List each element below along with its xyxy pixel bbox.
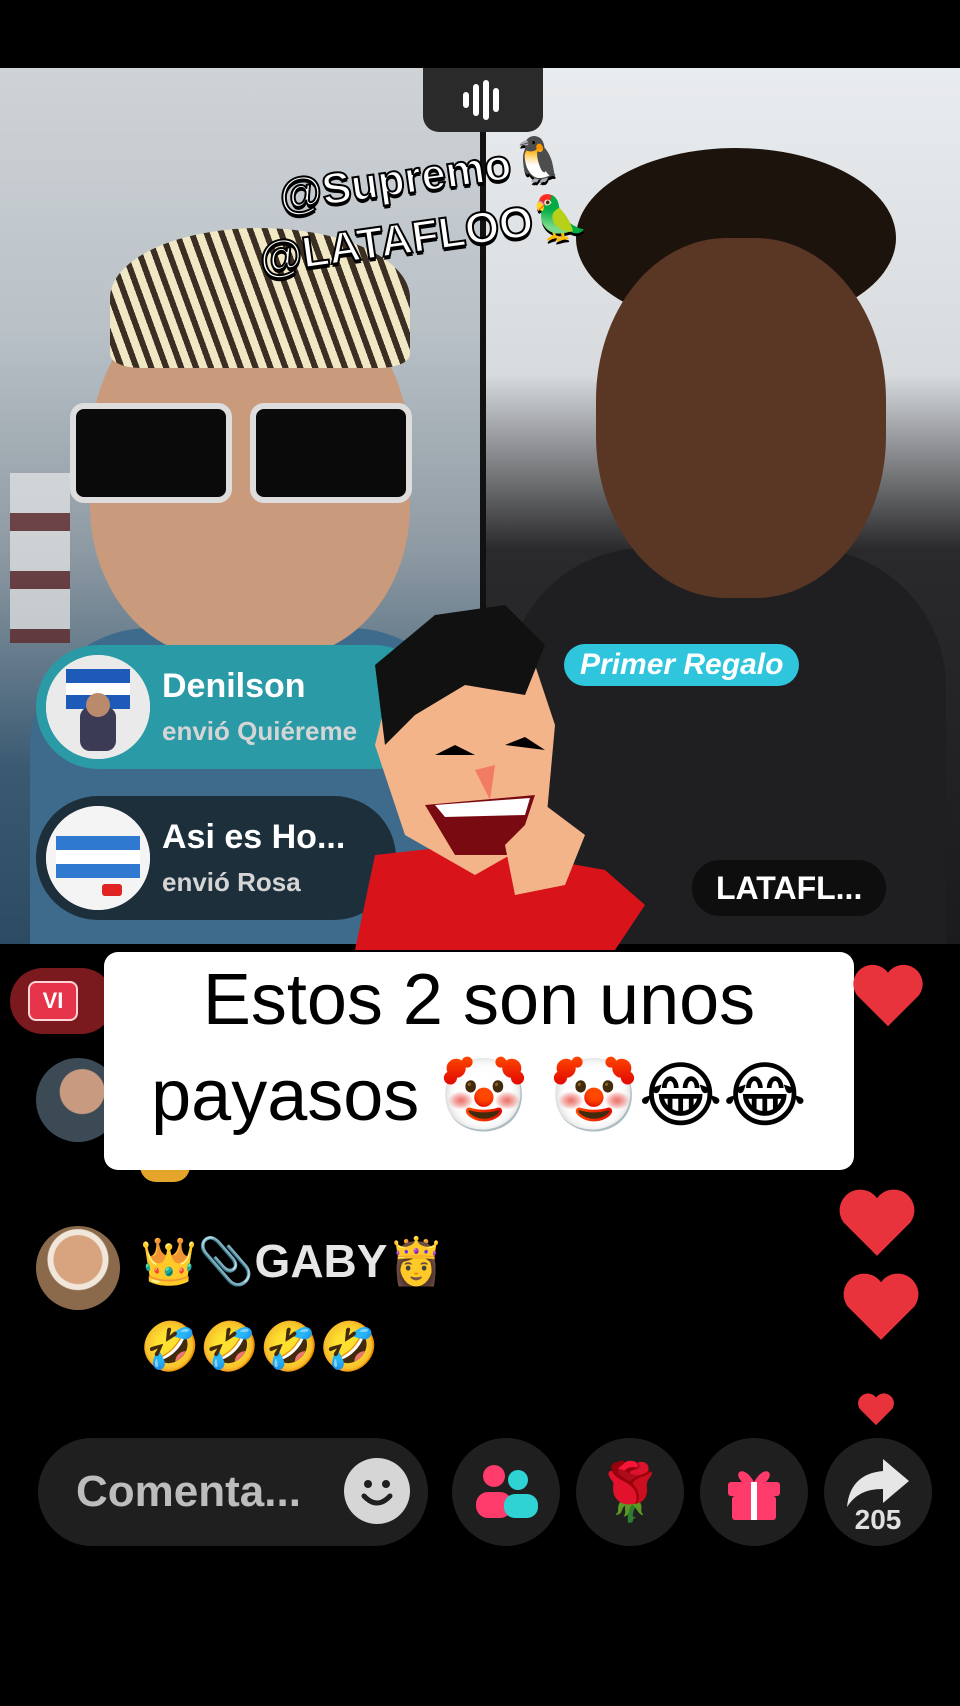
gift-sender-avatar (46, 806, 150, 910)
people-icon (476, 1465, 538, 1518)
floating-heart-icon (843, 1273, 919, 1340)
comment-username[interactable]: 👑📎GABY👸 (140, 1234, 445, 1289)
smiley-face-icon (361, 1480, 393, 1506)
first-gift-badge: Primer Regalo (564, 644, 800, 686)
commenter-avatar-gaby[interactable] (36, 1226, 120, 1310)
vip-badge[interactable]: VI (10, 968, 114, 1034)
comment-input[interactable]: Comenta... (38, 1438, 428, 1546)
comment-placeholder: Comenta... (76, 1467, 301, 1516)
floating-heart-icon (858, 1393, 894, 1426)
gift-box-button[interactable] (700, 1438, 808, 1546)
gift-sender-name: Denilson (162, 667, 306, 705)
honduras-map-avatar-icon (46, 806, 150, 910)
floating-heart-icon (839, 1189, 915, 1256)
gift-description: envió Quiéreme (162, 716, 358, 746)
video-caption-overlay: Estos 2 son unos payasos 🤡 🤡😂😂 (104, 952, 854, 1170)
rose-gift-button[interactable]: 🌹 (576, 1438, 684, 1546)
vip-icon: VI (28, 981, 78, 1021)
host-right-face (596, 238, 886, 598)
gift-sender-name: Asi es Ho... (162, 818, 346, 856)
waveform-icon (463, 80, 499, 120)
share-count: 205 (854, 1504, 902, 1535)
caption-line-1: Estos 2 son unos (202, 960, 756, 1040)
caption-line-2: payasos 🤡 🤡😂😂 (151, 1056, 807, 1136)
share-button[interactable]: 205 (824, 1438, 932, 1546)
sunglasses (70, 403, 412, 503)
audio-waveform-button[interactable] (423, 68, 543, 132)
share-arrow-icon (847, 1459, 909, 1507)
honduras-flag-avatar-icon (46, 655, 150, 759)
background-shelf (10, 473, 70, 643)
gift-sender-avatar (46, 655, 150, 759)
guest-invite-button[interactable] (452, 1438, 560, 1546)
gift-description: envió Rosa (162, 867, 301, 897)
gift-box-icon (728, 1471, 780, 1520)
emoji-picker-icon[interactable] (344, 1458, 410, 1524)
comment-text: 🤣🤣🤣🤣 (140, 1321, 380, 1374)
floating-heart-icon (853, 964, 923, 1027)
host-right-name-tag[interactable]: LATAFL... (692, 860, 887, 916)
gift-notification-asi-es-ho[interactable]: Asi es Ho... envió Rosa (36, 796, 396, 920)
